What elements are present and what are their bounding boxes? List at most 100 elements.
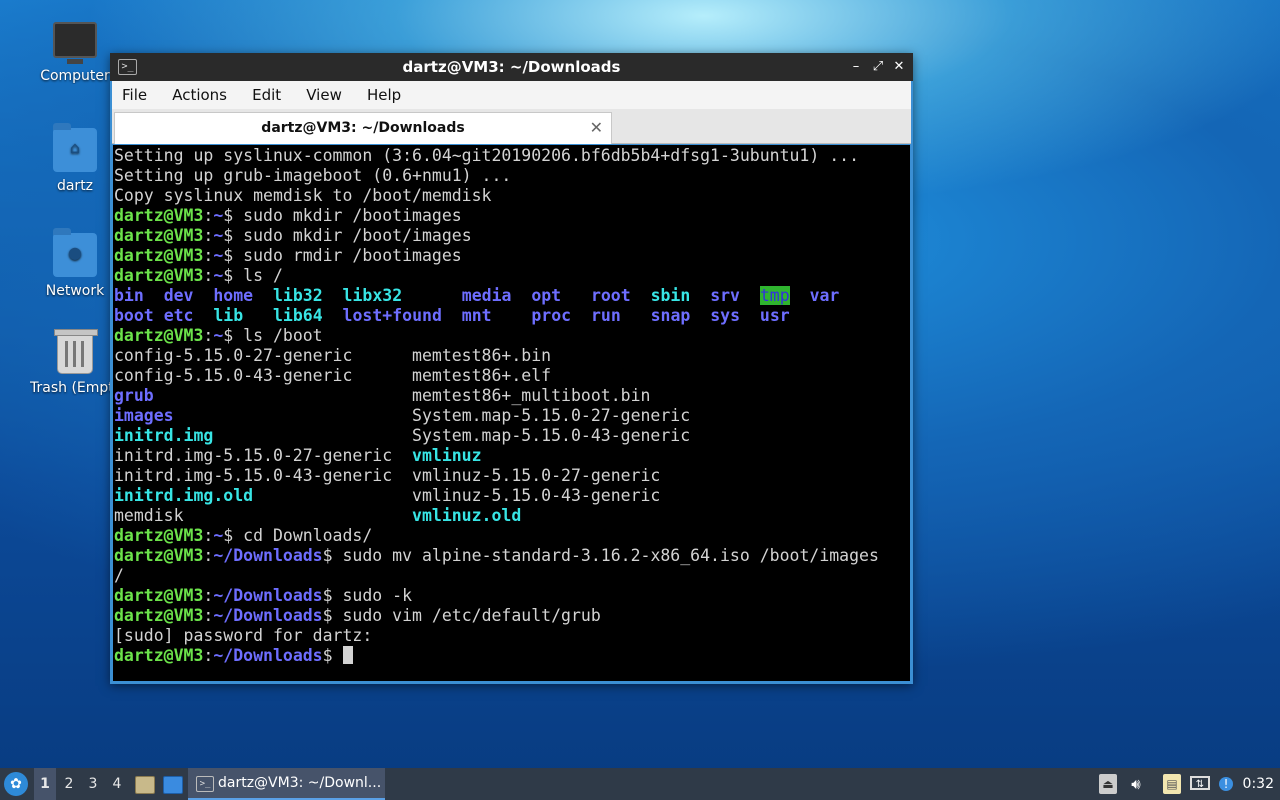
terminal-text-segment: ~/Downloads: [213, 606, 323, 625]
terminal-text-segment: $ cd Downloads/: [223, 526, 373, 545]
terminal-text-segment: home: [213, 286, 254, 305]
terminal-text-segment: :: [203, 586, 214, 605]
terminal-text-segment: sys: [710, 306, 741, 325]
terminal-text-segment: dartz@VM3: [114, 586, 204, 605]
terminal-text-segment: lib64: [273, 306, 323, 325]
terminal-line: Setting up grub-imageboot (0.6+nmu1) ...: [114, 166, 879, 186]
menu-actions[interactable]: Actions: [162, 81, 237, 109]
tab-close-icon[interactable]: ✕: [590, 113, 603, 142]
menu-view[interactable]: View: [296, 81, 352, 109]
maximize-button[interactable]: ⤢: [868, 53, 888, 81]
clock[interactable]: 0:32: [1243, 768, 1274, 800]
start-menu-icon[interactable]: ✿: [4, 772, 28, 796]
terminal-line: bin dev home lib32 libx32 media opt root…: [114, 286, 879, 306]
terminal-text-segment: $ sudo rmdir /bootimages: [223, 246, 462, 265]
terminal-text-segment: System.map-5.15.0-27-generic: [173, 406, 691, 425]
terminal-line: dartz@VM3:~$ sudo rmdir /bootimages: [114, 246, 879, 266]
menu-edit[interactable]: Edit: [242, 81, 291, 109]
terminal-text-segment: ~: [213, 266, 224, 285]
workspace-3[interactable]: 3: [82, 768, 104, 800]
trash-icon: [54, 329, 98, 374]
close-button[interactable]: ✕: [889, 53, 909, 81]
terminal-text-segment: dartz@VM3: [114, 546, 204, 565]
show-desktop-icon[interactable]: [163, 776, 183, 794]
terminal-text-segment: boot: [114, 306, 154, 325]
menu-bar: File Actions Edit View Help: [112, 81, 911, 109]
volume-icon[interactable]: 🔊︎: [1126, 774, 1146, 794]
terminal-text-segment: dartz@VM3: [114, 246, 204, 265]
terminal-text-segment: sbin: [650, 286, 691, 305]
terminal-text-segment: dev: [163, 286, 194, 305]
workspace-4[interactable]: 4: [106, 768, 128, 800]
terminal-text-segment: etc: [163, 306, 194, 325]
terminal-text-segment: :: [203, 326, 214, 345]
terminal-text-segment: :: [203, 546, 214, 565]
taskbar-item-terminal[interactable]: >_ dartz@VM3: ~/Downl...: [188, 768, 385, 800]
notification-icon[interactable]: !: [1217, 774, 1235, 794]
minimize-button[interactable]: –: [846, 53, 866, 81]
network-folder-icon: ●: [53, 228, 97, 277]
eject-icon[interactable]: ⏏: [1099, 774, 1117, 794]
menu-file[interactable]: File: [112, 81, 157, 109]
taskbar-item-label: dartz@VM3: ~/Downl...: [218, 775, 382, 791]
terminal-task-icon: >_: [196, 776, 214, 792]
terminal-text-segment: var: [809, 286, 840, 305]
terminal-line: dartz@VM3:~$ cd Downloads/: [114, 526, 879, 546]
terminal-line: config-5.15.0-27-generic memtest86+.bin: [114, 346, 879, 366]
terminal-text-segment: dartz@VM3: [114, 226, 204, 245]
terminal-text-segment: dartz@VM3: [114, 646, 204, 665]
terminal-line: dartz@VM3:~$ ls /boot: [114, 326, 879, 346]
terminal-line: initrd.img.old vmlinuz-5.15.0-43-generic: [114, 486, 879, 506]
terminal-text-segment: :: [203, 606, 214, 625]
terminal-output[interactable]: Setting up syslinux-common (3:6.04~git20…: [113, 145, 910, 681]
workspace-1[interactable]: 1: [34, 768, 56, 800]
terminal-line: memdisk vmlinuz.old: [114, 506, 879, 526]
terminal-text-segment: Setting up grub-imageboot (0.6+nmu1) ...: [114, 166, 512, 185]
file-manager-launcher-icon[interactable]: [135, 776, 155, 794]
workspace-2[interactable]: 2: [58, 768, 80, 800]
terminal-text-segment: $ sudo mkdir /bootimages: [223, 206, 462, 225]
clipboard-icon[interactable]: ▤: [1163, 774, 1181, 794]
terminal-line: initrd.img System.map-5.15.0-43-generic: [114, 426, 879, 446]
terminal-text-segment: vmlinuz: [412, 446, 482, 465]
terminal-line: grub memtest86+_multiboot.bin: [114, 386, 879, 406]
terminal-text-segment: ~: [213, 326, 224, 345]
home-folder-icon: ⌂: [53, 123, 97, 172]
terminal-text-segment: memdisk: [114, 506, 413, 525]
terminal-line: dartz@VM3:~/Downloads$ sudo mv alpine-st…: [114, 546, 879, 566]
terminal-line: Setting up syslinux-common (3:6.04~git20…: [114, 146, 879, 166]
terminal-text-segment: :: [203, 206, 214, 225]
terminal-line: dartz@VM3:~$ sudo mkdir /bootimages: [114, 206, 879, 226]
window-titlebar[interactable]: >_ dartz@VM3: ~/Downloads – ⤢ ✕: [110, 53, 913, 81]
terminal-text-segment: lib32: [273, 286, 323, 305]
terminal-line: [sudo] password for dartz:: [114, 626, 879, 646]
desktop-icon-label: Trash (Empty): [30, 380, 120, 396]
terminal-text-segment: dartz@VM3: [114, 206, 204, 225]
terminal-text-segment: dartz@VM3: [114, 526, 204, 545]
computer-icon: [53, 22, 97, 64]
terminal-text-segment: :: [203, 226, 214, 245]
network-icon[interactable]: ⇅: [1190, 776, 1210, 790]
terminal-text-segment: opt: [531, 286, 562, 305]
terminal-text-segment: snap: [650, 306, 691, 325]
terminal-text-segment: Copy syslinux memdisk to /boot/memdisk: [114, 186, 492, 205]
terminal-text-segment: initrd.img-5.15.0-27-generic: [114, 446, 413, 465]
terminal-text-segment: bin: [114, 286, 144, 305]
terminal-text-segment: proc: [531, 306, 572, 325]
terminal-line: boot etc lib lib64 lost+found mnt proc r…: [114, 306, 879, 326]
menu-help[interactable]: Help: [357, 81, 411, 109]
tab-terminal[interactable]: dartz@VM3: ~/Downloads ✕: [114, 112, 612, 144]
terminal-text-segment: root: [590, 286, 631, 305]
